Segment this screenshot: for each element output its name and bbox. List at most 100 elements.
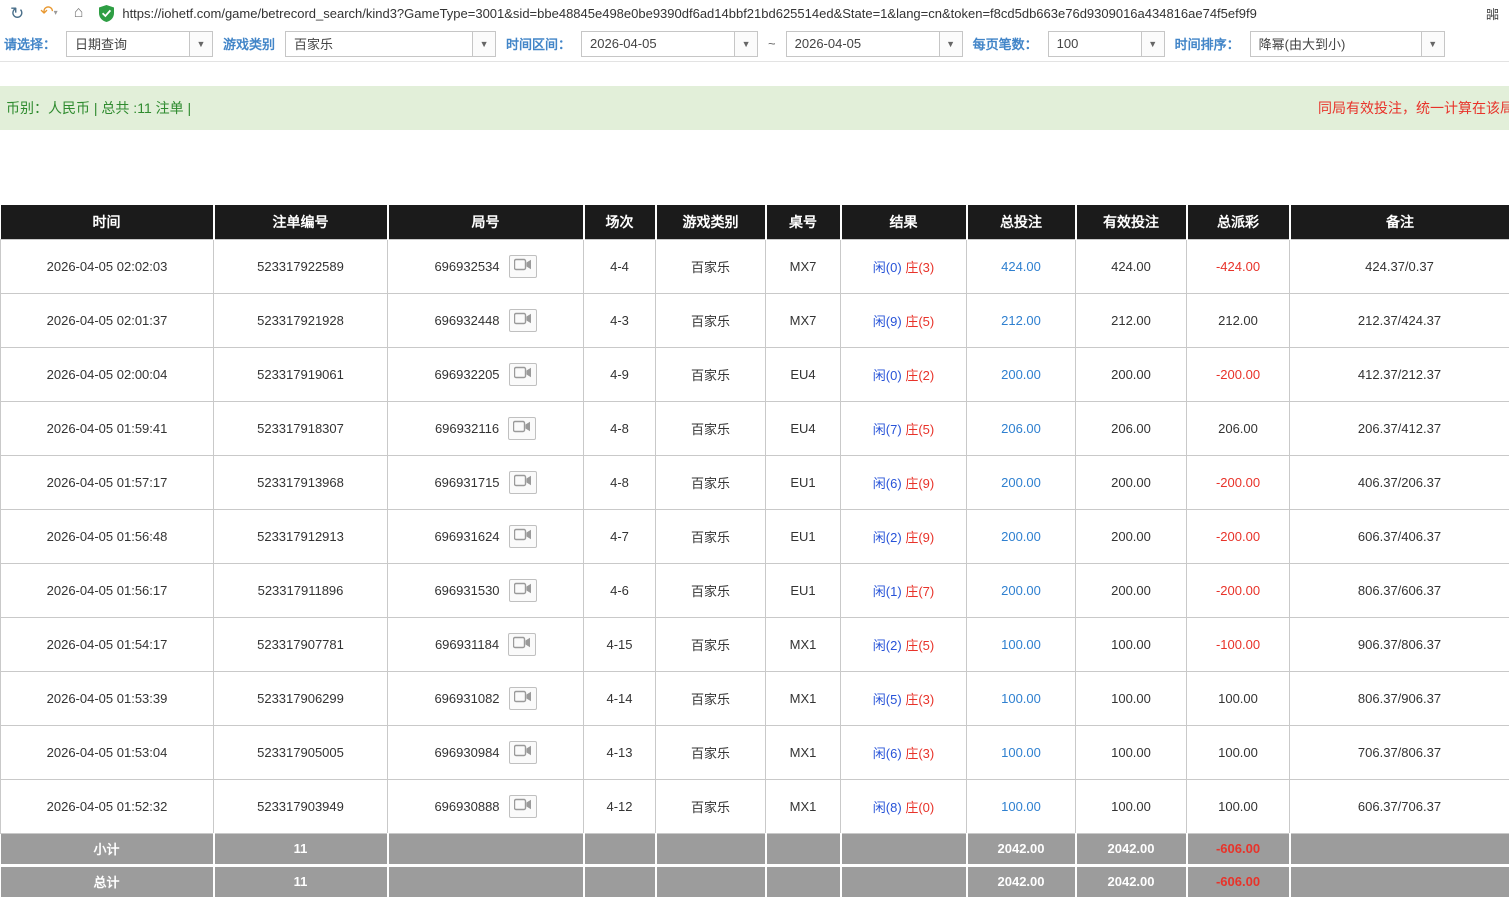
cell-table-number: MX7 bbox=[766, 239, 841, 293]
undo-icon[interactable]: ↶▾ bbox=[40, 5, 57, 21]
date-query-dropdown[interactable]: 日期查询 ▼ bbox=[66, 31, 213, 57]
summary-empty-cell bbox=[656, 833, 766, 865]
video-replay-button[interactable] bbox=[509, 363, 537, 386]
cell-round-id: 696932205 bbox=[388, 347, 584, 401]
cell-table-number: EU4 bbox=[766, 347, 841, 401]
cell-time: 2026-04-05 01:56:17 bbox=[1, 563, 214, 617]
video-replay-button[interactable] bbox=[509, 795, 537, 818]
cell-note: 206.37/412.37 bbox=[1290, 401, 1509, 455]
round-id-text: 696931530 bbox=[434, 583, 499, 598]
video-replay-button[interactable] bbox=[508, 417, 536, 440]
column-header: 桌号 bbox=[766, 205, 841, 239]
video-replay-button[interactable] bbox=[508, 633, 536, 656]
filter-bar: 请选择： 日期查询 ▼ 游戏类别 百家乐 ▼ 时间区间： 2026-04-05 … bbox=[0, 26, 1509, 62]
cell-total-bet[interactable]: 100.00 bbox=[967, 671, 1076, 725]
result-player: 闲(9) bbox=[873, 314, 902, 329]
cell-game-type: 百家乐 bbox=[656, 617, 766, 671]
cell-session: 4-8 bbox=[584, 401, 656, 455]
cell-note: 806.37/906.37 bbox=[1290, 671, 1509, 725]
column-header: 游戏类别 bbox=[656, 205, 766, 239]
summary-label: 总计 bbox=[1, 865, 214, 897]
video-replay-button[interactable] bbox=[509, 579, 537, 602]
cell-time: 2026-04-05 01:54:17 bbox=[1, 617, 214, 671]
table-row: 2026-04-05 01:53:04523317905005696930984… bbox=[1, 725, 1509, 779]
video-replay-button[interactable] bbox=[509, 255, 537, 278]
chevron-down-icon[interactable]: ▼ bbox=[1421, 32, 1444, 56]
bet-table-body: 2026-04-05 02:02:03523317922589696932534… bbox=[1, 239, 1509, 833]
chevron-down-icon[interactable]: ▼ bbox=[734, 32, 757, 56]
reload-icon[interactable]: ↻ bbox=[10, 5, 24, 22]
video-camera-icon bbox=[514, 366, 532, 382]
game-type-dropdown[interactable]: 百家乐 ▼ bbox=[285, 31, 496, 57]
table-row: 2026-04-05 01:54:17523317907781 696931184… bbox=[1, 617, 1509, 671]
cell-time: 2026-04-05 02:01:37 bbox=[1, 293, 214, 347]
video-replay-button[interactable] bbox=[509, 309, 537, 332]
result-banker: 庄(9) bbox=[905, 476, 934, 491]
video-replay-button[interactable] bbox=[509, 525, 537, 548]
round-id-text: 696932116 bbox=[435, 421, 499, 436]
cell-bet-id: 523317907781 bbox=[214, 617, 388, 671]
table-row: 2026-04-05 01:59:41523317918307696932116… bbox=[1, 401, 1509, 455]
chevron-down-icon[interactable]: ▼ bbox=[189, 32, 212, 56]
cell-time: 2026-04-05 01:57:17 bbox=[1, 455, 214, 509]
address-bar[interactable]: https://iohetf.com/game/betrecord_search… bbox=[122, 6, 1480, 21]
cell-result: 闲(7) 庄(5) bbox=[841, 401, 967, 455]
video-replay-button[interactable] bbox=[509, 741, 537, 764]
summary-count: 11 bbox=[214, 865, 388, 897]
summary-empty-cell bbox=[766, 865, 841, 897]
date-from-dropdown[interactable]: 2026-04-05 ▼ bbox=[581, 31, 758, 57]
cell-total-bet[interactable]: 100.00 bbox=[967, 617, 1076, 671]
summary-empty-cell bbox=[841, 833, 967, 865]
video-camera-icon bbox=[514, 798, 532, 814]
cell-total-bet[interactable]: 200.00 bbox=[967, 509, 1076, 563]
round-id-text: 696931715 bbox=[434, 475, 499, 490]
cell-session: 4-6 bbox=[584, 563, 656, 617]
cell-table-number: MX1 bbox=[766, 725, 841, 779]
time-sort-dropdown[interactable]: 降幂(由大到小) ▼ bbox=[1250, 31, 1445, 57]
result-player: 闲(6) bbox=[873, 476, 902, 491]
cell-time: 2026-04-05 01:52:32 bbox=[1, 779, 214, 833]
bet-record-table: 时间注单编号局号场次游戏类别桌号结果总投注有效投注总派彩备注 2026-04-0… bbox=[0, 205, 1509, 897]
video-replay-button[interactable] bbox=[509, 687, 537, 710]
date-to-dropdown[interactable]: 2026-04-05 ▼ bbox=[786, 31, 963, 57]
round-id-text: 696930888 bbox=[434, 799, 499, 814]
result-banker: 庄(5) bbox=[905, 638, 934, 653]
cell-total-bet[interactable]: 100.00 bbox=[967, 779, 1076, 833]
cell-table-number: EU1 bbox=[766, 509, 841, 563]
cell-bet-id: 523317912913 bbox=[214, 509, 388, 563]
cell-total-bet[interactable]: 200.00 bbox=[967, 347, 1076, 401]
summary-empty-cell bbox=[584, 865, 656, 897]
summary-empty-cell bbox=[766, 833, 841, 865]
cell-bet-id: 523317903949 bbox=[214, 779, 388, 833]
cell-session: 4-15 bbox=[584, 617, 656, 671]
result-banker: 庄(3) bbox=[905, 260, 934, 275]
chevron-down-icon[interactable]: ▼ bbox=[939, 32, 962, 56]
round-id-text: 696932534 bbox=[434, 259, 499, 274]
select-label: 请选择： bbox=[4, 34, 56, 53]
cell-total-bet[interactable]: 206.00 bbox=[967, 401, 1076, 455]
video-replay-button[interactable] bbox=[509, 471, 537, 494]
cell-total-bet[interactable]: 200.00 bbox=[967, 563, 1076, 617]
cell-result: 闲(8) 庄(0) bbox=[841, 779, 967, 833]
cell-payout: -200.00 bbox=[1187, 347, 1290, 401]
cell-total-bet[interactable]: 424.00 bbox=[967, 239, 1076, 293]
site-security-shield-icon[interactable] bbox=[99, 5, 114, 22]
result-banker: 庄(3) bbox=[905, 692, 934, 707]
cell-total-bet[interactable]: 212.00 bbox=[967, 293, 1076, 347]
cell-total-bet[interactable]: 100.00 bbox=[967, 725, 1076, 779]
cell-total-bet[interactable]: 200.00 bbox=[967, 455, 1076, 509]
cell-round-id: 696931715 bbox=[388, 455, 584, 509]
home-icon[interactable]: ⌂ bbox=[74, 5, 84, 21]
cell-payout: 100.00 bbox=[1187, 671, 1290, 725]
chevron-down-icon[interactable]: ▼ bbox=[1141, 32, 1164, 56]
cell-game-type: 百家乐 bbox=[656, 671, 766, 725]
summary-label: 小计 bbox=[1, 833, 214, 865]
cell-game-type: 百家乐 bbox=[656, 293, 766, 347]
round-id-text: 696931184 bbox=[435, 637, 499, 652]
cell-bet-id: 523317906299 bbox=[214, 671, 388, 725]
page-size-dropdown[interactable]: 100 ▼ bbox=[1048, 31, 1165, 57]
chevron-down-icon[interactable]: ▼ bbox=[472, 32, 495, 56]
same-round-notice-text: 同局有效投注，统一计算在该局 bbox=[1318, 86, 1509, 130]
cell-valid-bet: 100.00 bbox=[1076, 779, 1187, 833]
cell-bet-id: 523317921928 bbox=[214, 293, 388, 347]
